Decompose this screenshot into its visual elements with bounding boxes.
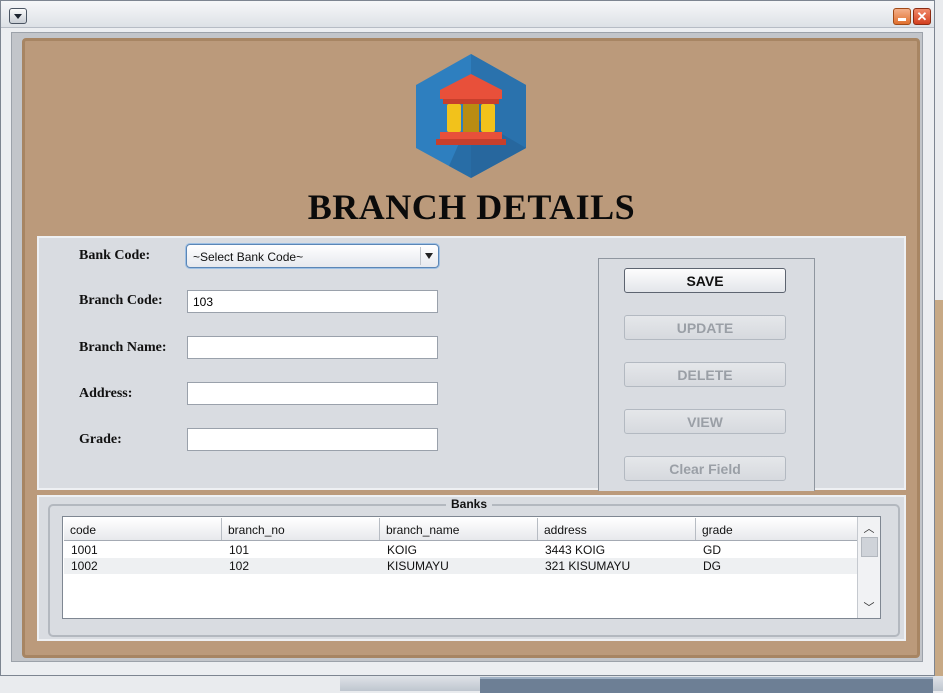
table-cell: KOIG: [387, 543, 418, 557]
table-row[interactable]: 1002 102 KISUMAYU 321 KISUMAYU DG: [64, 558, 859, 574]
table-cell: 102: [229, 559, 250, 573]
table-cell: 101: [229, 543, 250, 557]
table-header: code branch_no branch_name address grade: [64, 518, 859, 541]
table-vertical-scrollbar[interactable]: ︿ ﹀: [857, 517, 880, 618]
chevron-down-icon[interactable]: ﹀: [858, 598, 880, 616]
column-header-branch-no[interactable]: branch_no: [222, 518, 380, 540]
column-header-address[interactable]: address: [538, 518, 696, 540]
title-bar[interactable]: ✕: [1, 1, 934, 28]
branch-name-label: Branch Name:: [79, 340, 167, 355]
address-field[interactable]: [187, 382, 438, 405]
column-header-branch-name[interactable]: branch_name: [380, 518, 538, 540]
branch-name-field[interactable]: [187, 336, 438, 359]
close-button[interactable]: ✕: [913, 8, 931, 25]
update-button[interactable]: UPDATE: [624, 315, 786, 340]
column-header-code[interactable]: code: [64, 518, 222, 540]
table-cell: KISUMAYU: [387, 559, 449, 573]
chevron-up-icon[interactable]: ︿: [858, 519, 880, 537]
dropdown-arrow-icon[interactable]: [420, 247, 436, 265]
banks-group-title: Banks: [446, 497, 493, 511]
address-label: Address:: [79, 386, 133, 401]
minimize-button[interactable]: [893, 8, 911, 25]
scrollbar-thumb[interactable]: [861, 537, 878, 557]
table-cell: 321 KISUMAYU: [545, 559, 631, 573]
chevron-down-icon: [14, 13, 22, 19]
table-cell: GD: [703, 543, 721, 557]
table-cell: 1001: [71, 543, 98, 557]
save-button[interactable]: SAVE: [624, 268, 786, 293]
bank-code-label: Bank Code:: [79, 248, 151, 263]
minimize-icon: [898, 18, 906, 21]
table-cell: 3443 KOIG: [545, 543, 606, 557]
banks-table: code branch_no branch_name address grade…: [62, 516, 881, 619]
grade-field[interactable]: [187, 428, 438, 451]
clear-field-button[interactable]: Clear Field: [624, 456, 786, 481]
column-header-grade[interactable]: grade: [696, 518, 859, 540]
view-button[interactable]: VIEW: [624, 409, 786, 434]
bank-code-selected-value: ~Select Bank Code~: [193, 250, 304, 264]
page-title: BRANCH DETAILS: [307, 187, 636, 227]
table-cell: 1002: [71, 559, 98, 573]
table-row[interactable]: 1001 101 KOIG 3443 KOIG GD: [64, 542, 859, 558]
branch-code-field[interactable]: [187, 290, 438, 313]
bank-building-icon: [416, 54, 526, 178]
bank-code-select[interactable]: ~Select Bank Code~: [186, 244, 439, 268]
delete-button[interactable]: DELETE: [624, 362, 786, 387]
grade-label: Grade:: [79, 432, 122, 447]
window-menu-button[interactable]: [9, 8, 27, 24]
table-cell: DG: [703, 559, 721, 573]
branch-code-label: Branch Code:: [79, 293, 163, 308]
close-icon: ✕: [916, 9, 928, 24]
